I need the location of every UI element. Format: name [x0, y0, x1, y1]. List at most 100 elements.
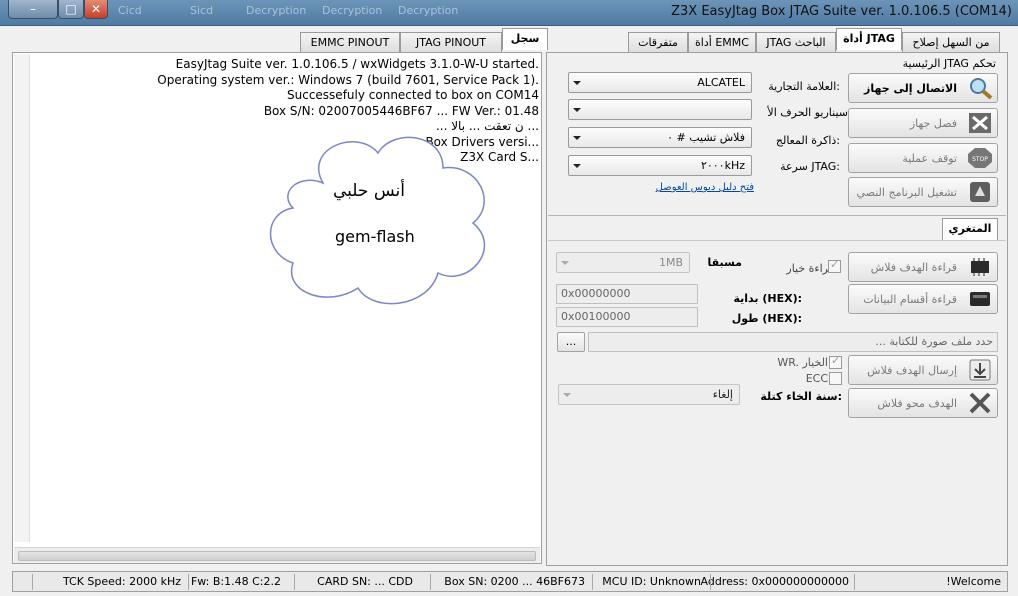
tab-jtag-pinout[interactable]: JTAG PINOUT [400, 32, 502, 52]
speed-label: سرعة JTAG: [780, 160, 840, 173]
ecc-option-checkbox[interactable] [829, 372, 842, 385]
log-line: Successefuly connected to box on COM14 [287, 88, 539, 102]
status-separator [430, 574, 431, 590]
speed-value: ٢٠٠٠kHz [700, 159, 745, 172]
status-address: Address: 0x000000000000 [700, 575, 850, 588]
read-flash-button[interactable]: قراءة الهدف فلاش [848, 252, 998, 282]
minimize-button[interactable]: – [8, 0, 58, 19]
length-input[interactable]: 0x00100000 [556, 307, 698, 327]
status-separator [32, 574, 33, 590]
log-panel[interactable]: EasyJtag Suite ver. 1.0.106.5 / wxWidget… [12, 52, 542, 564]
brand-label: العلامة التجارية: [768, 80, 840, 93]
script-icon [970, 182, 990, 202]
start-address-input[interactable]: 0x00000000 [556, 284, 698, 304]
image-file-input[interactable]: حدد ملف صورة للكتابة ... [588, 332, 998, 352]
window-title: Z3X EasyJtag Box JTAG Suite ver. 1.0.106… [671, 4, 1012, 19]
read-partitions-button[interactable]: قراءة أقسام البيانات [848, 284, 998, 314]
disconnect-button[interactable]: فصل جهاز [848, 108, 998, 138]
status-bar: !Welcome Address: 0x000000000000 MCU ID:… [12, 571, 1008, 592]
preset-select[interactable]: 1MB [556, 252, 690, 273]
ecc-option-label: ECC [805, 372, 828, 385]
tab-jtag-tool[interactable]: أداة JTAG [836, 28, 902, 50]
browse-button[interactable]: ... [557, 332, 585, 352]
memory-value: فلاش تشيب # ٠ [667, 131, 745, 144]
menu-ghost-2: Sicd [190, 4, 214, 17]
close-button[interactable]: ✕ [84, 0, 108, 19]
close-icon: ✕ [90, 2, 102, 16]
connect-label: الاتصال إلى جهاز [864, 82, 957, 95]
status-separator [854, 574, 855, 590]
menu-ghost-5: Decryption [398, 4, 459, 17]
status-box-sn: Box SN: 0200 ... 46BF673 [444, 575, 585, 588]
wr-option-checkbox[interactable] [829, 354, 842, 369]
right-tab-strip: من السهل إصلاح أداة JTAG JTAG الباحث أدا… [546, 28, 1008, 54]
svg-text:STOP: STOP [972, 156, 988, 163]
write-flash-button[interactable]: إرسال الهدف فلاش [848, 355, 998, 385]
chevron-down-icon [561, 261, 569, 265]
misc-divider [548, 215, 1006, 216]
connect-button[interactable]: الاتصال إلى جهاز [848, 73, 998, 103]
maximize-icon: □ [65, 2, 77, 16]
write-flash-label: إرسال الهدف فلاش [867, 364, 957, 377]
left-tab-strip: سجل JTAG PINOUT EMMC PINOUT [12, 28, 548, 54]
log-vertical-scrollbar[interactable] [14, 54, 30, 542]
erase-flash-button[interactable]: الهدف محو فلاش [848, 388, 998, 418]
status-mcu-id: MCU ID: Unknown [602, 575, 701, 588]
status-separator [592, 574, 593, 590]
tab-emmc-pinout[interactable]: EMMC PINOUT [300, 32, 400, 52]
run-script-label: تشغيل البرنامج النصي [856, 186, 957, 199]
tab-jtag-explorer[interactable]: JTAG الباحث [756, 32, 836, 52]
log-line: EasyJtag Suite ver. 1.0.106.5 / wxWidget… [175, 57, 539, 71]
watermark-name: أنس حلبي [333, 181, 405, 201]
log-line: Box S/N: 02007005446BF67 ... FW Ver.: 01… [263, 103, 539, 118]
menu-ghost-3: Decryption [246, 4, 307, 17]
chip-icon [971, 258, 989, 276]
log-horizontal-scrollbar[interactable] [14, 547, 540, 563]
tab-log[interactable]: سجل [502, 28, 548, 50]
log-scroll-thumb[interactable] [18, 551, 536, 561]
read-partitions-label: قراءة أقسام البيانات [863, 293, 957, 306]
tab-misc-options[interactable]: المتغري [942, 218, 998, 240]
maximize-button[interactable]: □ [58, 0, 84, 19]
status-separator [710, 574, 711, 590]
brand-value: ALCATEL [697, 76, 745, 89]
read-flash-label: قراءة الهدف فلاش [870, 261, 957, 274]
guide-link[interactable]: فتح دليل ديوس العوصل [656, 182, 754, 193]
cloud-watermark [269, 136, 486, 305]
chevron-down-icon [573, 136, 581, 140]
erase-mode-select[interactable]: إلغاء [558, 384, 740, 405]
memory-card-icon [970, 292, 990, 306]
status-firmware: Fw: B:1.48 C:2.2 [190, 575, 281, 588]
browse-label: ... [565, 335, 577, 348]
tab-misc[interactable]: متفرقات [628, 32, 688, 52]
tab-easy-repair[interactable]: من السهل إصلاح [902, 32, 1000, 52]
stop-sign-icon: STOP [968, 148, 992, 168]
title-bar[interactable]: Cicd Sicd Decryption Decryption Decrypti… [0, 0, 1018, 26]
menu-ghost-4: Decryption [322, 4, 383, 17]
status-card-sn: CARD SN: ... CDD [317, 575, 413, 588]
chevron-down-icon [573, 164, 581, 168]
run-script-button[interactable]: تشغيل البرنامج النصي [848, 177, 998, 207]
status-tck-speed: TCK Speed: 2000 kHz [62, 575, 181, 588]
download-icon [969, 359, 991, 381]
chevron-down-icon [573, 81, 581, 85]
disconnect-label: فصل جهاز [909, 117, 957, 130]
preset-value: 1MB [658, 256, 683, 269]
wr-option-label: WR. الخيار [777, 356, 828, 369]
tab-emmc-tool[interactable]: أداة EMMC [688, 32, 756, 52]
read-option-checkbox[interactable] [828, 258, 841, 273]
status-separator [294, 574, 295, 590]
speed-select[interactable]: ٢٠٠٠kHz [568, 155, 752, 176]
stop-button[interactable]: توقف عملية STOP [848, 143, 998, 173]
menu-ghost-1: Cicd [118, 4, 142, 17]
erase-x-icon [969, 392, 991, 414]
memory-label: ذاكرة المعالج: [775, 134, 840, 147]
misc-tab-line [548, 240, 1006, 241]
read-option-label: قراءة خيار [786, 262, 834, 275]
status-welcome: !Welcome [946, 575, 1001, 588]
chevron-down-icon [563, 393, 571, 397]
memory-select[interactable]: فلاش تشيب # ٠ [568, 127, 752, 148]
brand-select[interactable]: ALCATEL [568, 72, 752, 93]
chevron-down-icon [573, 108, 581, 112]
scenario-select[interactable] [568, 99, 752, 120]
